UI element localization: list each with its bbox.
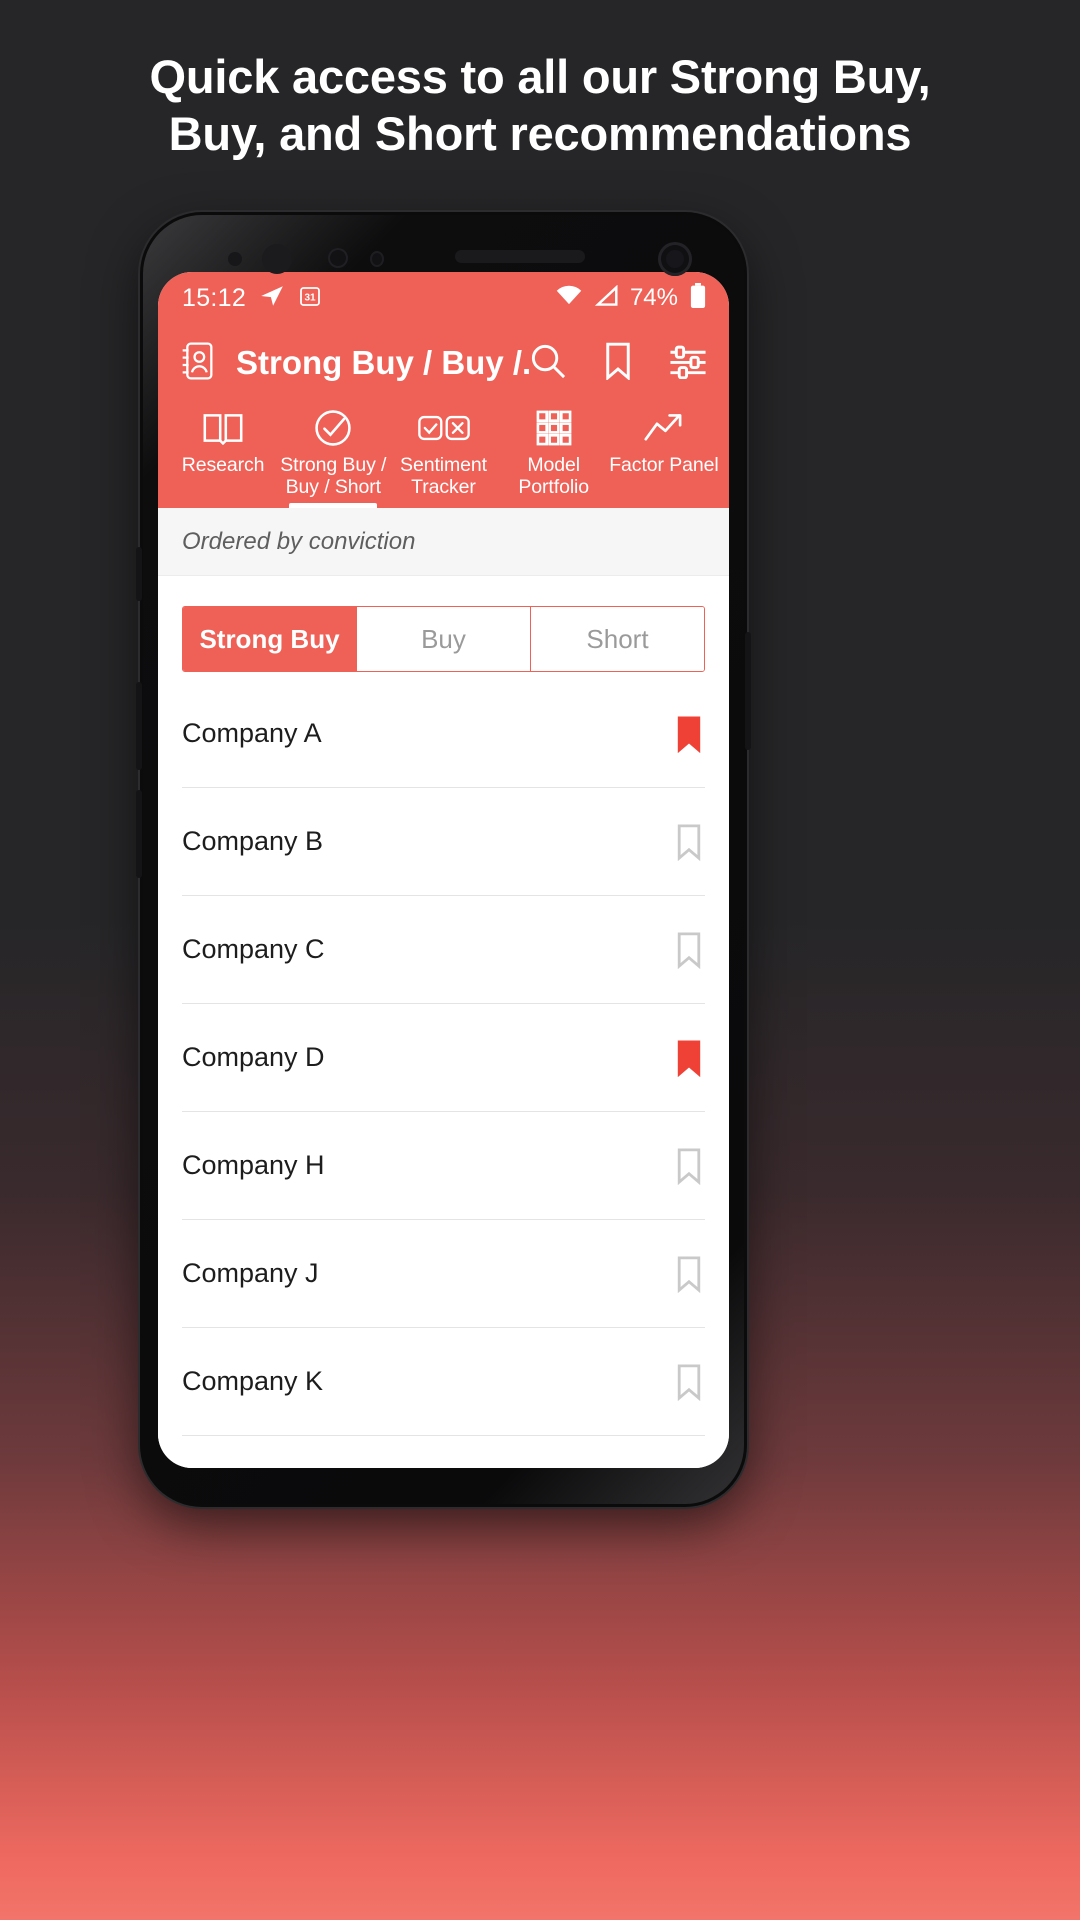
table-row[interactable]: Company C (182, 896, 705, 1004)
earpiece-speaker (455, 250, 585, 263)
headline-line-2: Buy, and Short recommendations (168, 107, 912, 161)
light-sensor (328, 248, 348, 268)
page-title: Quick access to all our Strong Buy, Buy,… (0, 48, 1080, 163)
bookmark-icon[interactable] (675, 1362, 705, 1402)
check-x-icon (417, 408, 470, 448)
volume-up-button (136, 682, 142, 770)
bookmark-icon[interactable] (675, 1038, 705, 1078)
table-row[interactable]: Company J (182, 1220, 705, 1328)
phone-top-bezel (158, 226, 729, 298)
bookmark-icon[interactable] (675, 1146, 705, 1186)
bookmark-icon[interactable] (675, 822, 705, 862)
app-bar-actions (529, 342, 707, 385)
power-button (745, 632, 751, 750)
tab-strong-buy-buy-short[interactable]: Strong Buy / Buy / Short (278, 402, 388, 508)
company-list: Company A Company B Company C Company D … (158, 680, 729, 1468)
promo-screenshot: Quick access to all our Strong Buy, Buy,… (0, 0, 1080, 1920)
subheader-text: Ordered by conviction (182, 527, 416, 555)
bookmark-icon[interactable] (675, 714, 705, 754)
phone-screen: 15:12 31 74% Strong Buy / Buy /... Resea… (158, 272, 729, 1468)
table-row[interactable]: Company K (182, 1328, 705, 1436)
filter-icon[interactable] (669, 343, 707, 384)
app-bar-title: Strong Buy / Buy /... (236, 344, 529, 381)
app-bar: Strong Buy / Buy /... (158, 324, 729, 402)
side-button-bixby (136, 547, 142, 601)
table-row[interactable]: Company A (182, 680, 705, 788)
table-row[interactable]: Company H (182, 1112, 705, 1220)
tab-label: Factor Panel (609, 454, 719, 476)
tab-bar: Research Strong Buy / Buy / Short Sentim… (158, 402, 729, 508)
segmented-control: Strong Buy Buy Short (182, 606, 705, 672)
company-name: Company K (182, 1366, 324, 1396)
table-row[interactable]: Company L (182, 1436, 705, 1468)
segment-short[interactable]: Short (531, 607, 704, 671)
tab-label: Sentiment Tracker (400, 454, 487, 498)
table-row[interactable]: Company B (182, 788, 705, 896)
tab-label: Model Portfolio (518, 454, 590, 498)
front-camera (658, 242, 692, 276)
led-indicator (370, 251, 384, 267)
search-icon[interactable] (529, 342, 567, 385)
tab-factor-panel[interactable]: Factor Panel (609, 402, 719, 508)
company-name: Company B (182, 826, 324, 856)
tab-label: Research (181, 454, 265, 476)
trend-up-icon (643, 408, 685, 448)
company-name: Company J (182, 1258, 319, 1288)
tab-model-portfolio[interactable]: Model Portfolio (499, 402, 609, 508)
table-row[interactable]: Company D (182, 1004, 705, 1112)
volume-down-button (136, 790, 142, 878)
check-circle-icon (313, 408, 353, 448)
tab-research[interactable]: Research (168, 402, 278, 508)
proximity-sensor (228, 252, 242, 266)
bookmark-icon[interactable] (603, 342, 633, 385)
company-name: Company D (182, 1042, 325, 1072)
book-icon (202, 408, 244, 448)
segmented-control-wrapper: Strong Buy Buy Short (158, 576, 729, 680)
tab-label: Strong Buy / Buy / Short (280, 454, 387, 498)
company-name: Company A (182, 718, 322, 748)
bookmark-icon[interactable] (675, 930, 705, 970)
tab-sentiment-tracker[interactable]: Sentiment Tracker (388, 402, 498, 508)
grid-icon (535, 408, 573, 448)
headline-line-1: Quick access to all our Strong Buy, (149, 50, 931, 103)
contacts-icon[interactable] (180, 341, 216, 386)
company-name: Company C (182, 934, 325, 964)
bookmark-icon[interactable] (675, 1254, 705, 1294)
list-subheader: Ordered by conviction (158, 508, 729, 576)
segment-buy[interactable]: Buy (357, 607, 531, 671)
iris-sensor (262, 244, 292, 274)
segment-strong-buy[interactable]: Strong Buy (183, 607, 357, 671)
phone-mockup: 15:12 31 74% Strong Buy / Buy /... Resea… (136, 212, 751, 1507)
company-name: Company H (182, 1150, 325, 1180)
